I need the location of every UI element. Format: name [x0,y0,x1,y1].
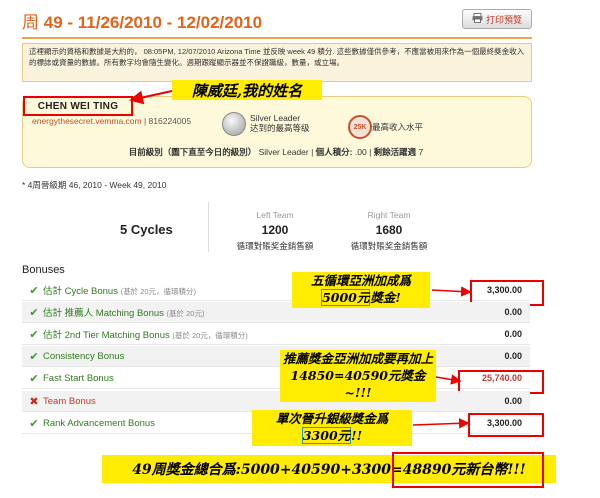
arrow-to-name [129,90,173,105]
arrow-to-fast-start-amount [435,374,462,385]
arrow-to-rank-amount [412,418,470,429]
annotation-arrows [129,90,472,429]
arrow-to-cycle-amount [431,286,472,297]
